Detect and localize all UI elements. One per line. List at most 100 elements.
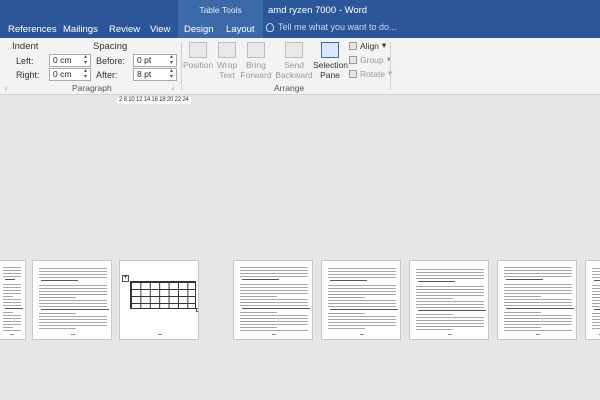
page-heading-line: [242, 279, 280, 281]
page-text-line: [3, 283, 21, 285]
page-text-line: [328, 302, 396, 304]
send-backward-button[interactable]: Send Backward: [274, 42, 314, 80]
wrap-text-button[interactable]: Wrap Text: [213, 42, 241, 80]
page-text-line: [39, 271, 107, 272]
wrap-text-label-1: Wrap: [216, 60, 238, 70]
page-text-line: [3, 304, 21, 306]
tab-review[interactable]: Review: [109, 22, 140, 37]
page-text-line: [416, 306, 484, 308]
tab-view[interactable]: View: [150, 22, 170, 37]
spacing-after-input[interactable]: 8 pt: [133, 68, 177, 81]
page-text-line: [3, 286, 21, 288]
table[interactable]: [130, 281, 196, 309]
page-text-line: [39, 302, 107, 304]
page-text-line: [3, 330, 21, 331]
page-text-line: [39, 296, 77, 298]
tab-references[interactable]: References: [8, 22, 57, 37]
document-page[interactable]: [0, 260, 26, 340]
page-text-line: [416, 269, 484, 270]
table-move-handle-icon[interactable]: +: [122, 275, 129, 282]
page-text-line: [504, 298, 572, 300]
page-text-line: [39, 293, 107, 295]
dialog-launcher-icon[interactable]: ⌟: [4, 83, 7, 91]
horizontal-ruler[interactable]: 2 8 10 12 14 16 18 20 22 24: [117, 97, 191, 104]
position-icon: [189, 42, 207, 58]
document-page[interactable]: [585, 260, 600, 340]
page-text-line: [504, 267, 572, 268]
group-icon: [349, 55, 357, 64]
page-heading-line: [594, 308, 600, 310]
align-button[interactable]: Align ▾: [349, 40, 386, 51]
page-heading-line: [41, 308, 109, 310]
align-icon: [349, 41, 357, 50]
tell-me-box[interactable]: Tell me what you want to do...: [266, 22, 397, 32]
page-text-line: [240, 267, 308, 268]
document-page[interactable]: +: [119, 260, 199, 340]
page-heading-line: [506, 307, 574, 309]
page-heading-line: [418, 281, 456, 283]
page-text-line: [328, 271, 396, 272]
page-text-line: [240, 283, 308, 285]
page-text-line: [3, 292, 21, 294]
page-text-line: [39, 328, 77, 329]
page-text-line: [240, 304, 308, 306]
table-resize-handle[interactable]: [196, 308, 198, 312]
document-page[interactable]: [409, 260, 489, 340]
page-text-line: [240, 276, 308, 277]
page-text-line: [416, 285, 484, 287]
indent-right-input[interactable]: 0 cm: [49, 68, 91, 81]
page-text-line: [328, 316, 396, 317]
document-page[interactable]: [32, 260, 112, 340]
bring-forward-button[interactable]: Bring Forward: [239, 42, 273, 80]
page-text-line: [416, 326, 484, 327]
group-label: Group: [360, 54, 384, 65]
page-text-line: [3, 327, 13, 328]
spacing-after-label: After:: [96, 70, 118, 80]
page-text-line: [240, 318, 308, 319]
chevron-down-icon: ▾: [381, 40, 387, 50]
page-text-line: [504, 321, 572, 322]
wrap-text-label-2: Text: [219, 70, 235, 80]
page-text-line: [416, 272, 484, 273]
page-text-line: [240, 324, 308, 325]
indent-right-label: Right:: [16, 70, 40, 80]
bring-forward-label-1: Bring: [246, 60, 266, 70]
page-heading-line: [418, 309, 486, 311]
group-button[interactable]: Group ▾: [349, 54, 391, 65]
rotate-button[interactable]: Rotate ▾: [349, 68, 392, 79]
page-number: [536, 334, 540, 335]
page-number: [158, 334, 162, 335]
page-text-line: [328, 268, 396, 269]
document-page[interactable]: [321, 260, 401, 340]
page-text-line: [504, 289, 572, 291]
send-backward-icon: [285, 42, 303, 58]
tab-layout[interactable]: Layout: [226, 22, 255, 37]
arrange-group-label: Arrange: [274, 83, 305, 93]
tab-mailings[interactable]: Mailings: [63, 22, 98, 37]
indent-left-label: Left:: [16, 56, 34, 66]
page-text-line: [39, 287, 107, 289]
document-page[interactable]: [497, 260, 577, 340]
page-text-line: [592, 305, 600, 307]
document-page[interactable]: [233, 260, 313, 340]
page-text-line: [3, 270, 21, 271]
spacing-before-input[interactable]: 0 pt: [133, 54, 177, 67]
page-text-line: [240, 273, 308, 274]
spacing-before-label: Before:: [96, 56, 126, 66]
page-text-line: [416, 320, 484, 321]
page-heading-line: [594, 280, 600, 282]
paragraph-dialog-launcher-icon[interactable]: ⌟: [171, 83, 174, 91]
selection-pane-button[interactable]: Selection Pane: [313, 42, 348, 80]
position-button[interactable]: Position: [183, 42, 213, 70]
page-text-line: [39, 299, 107, 301]
page-text-line: [504, 286, 572, 288]
page-text-line: [592, 271, 600, 272]
page-text-line: [328, 296, 366, 298]
page-text-line: [416, 317, 484, 318]
page-text-line: [3, 276, 21, 277]
page-text-line: [592, 274, 600, 275]
spacing-label: Spacing: [93, 41, 128, 52]
indent-left-input[interactable]: 0 cm: [49, 54, 91, 67]
send-backward-label-1: Send: [284, 60, 304, 70]
tab-design[interactable]: Design: [184, 22, 214, 37]
